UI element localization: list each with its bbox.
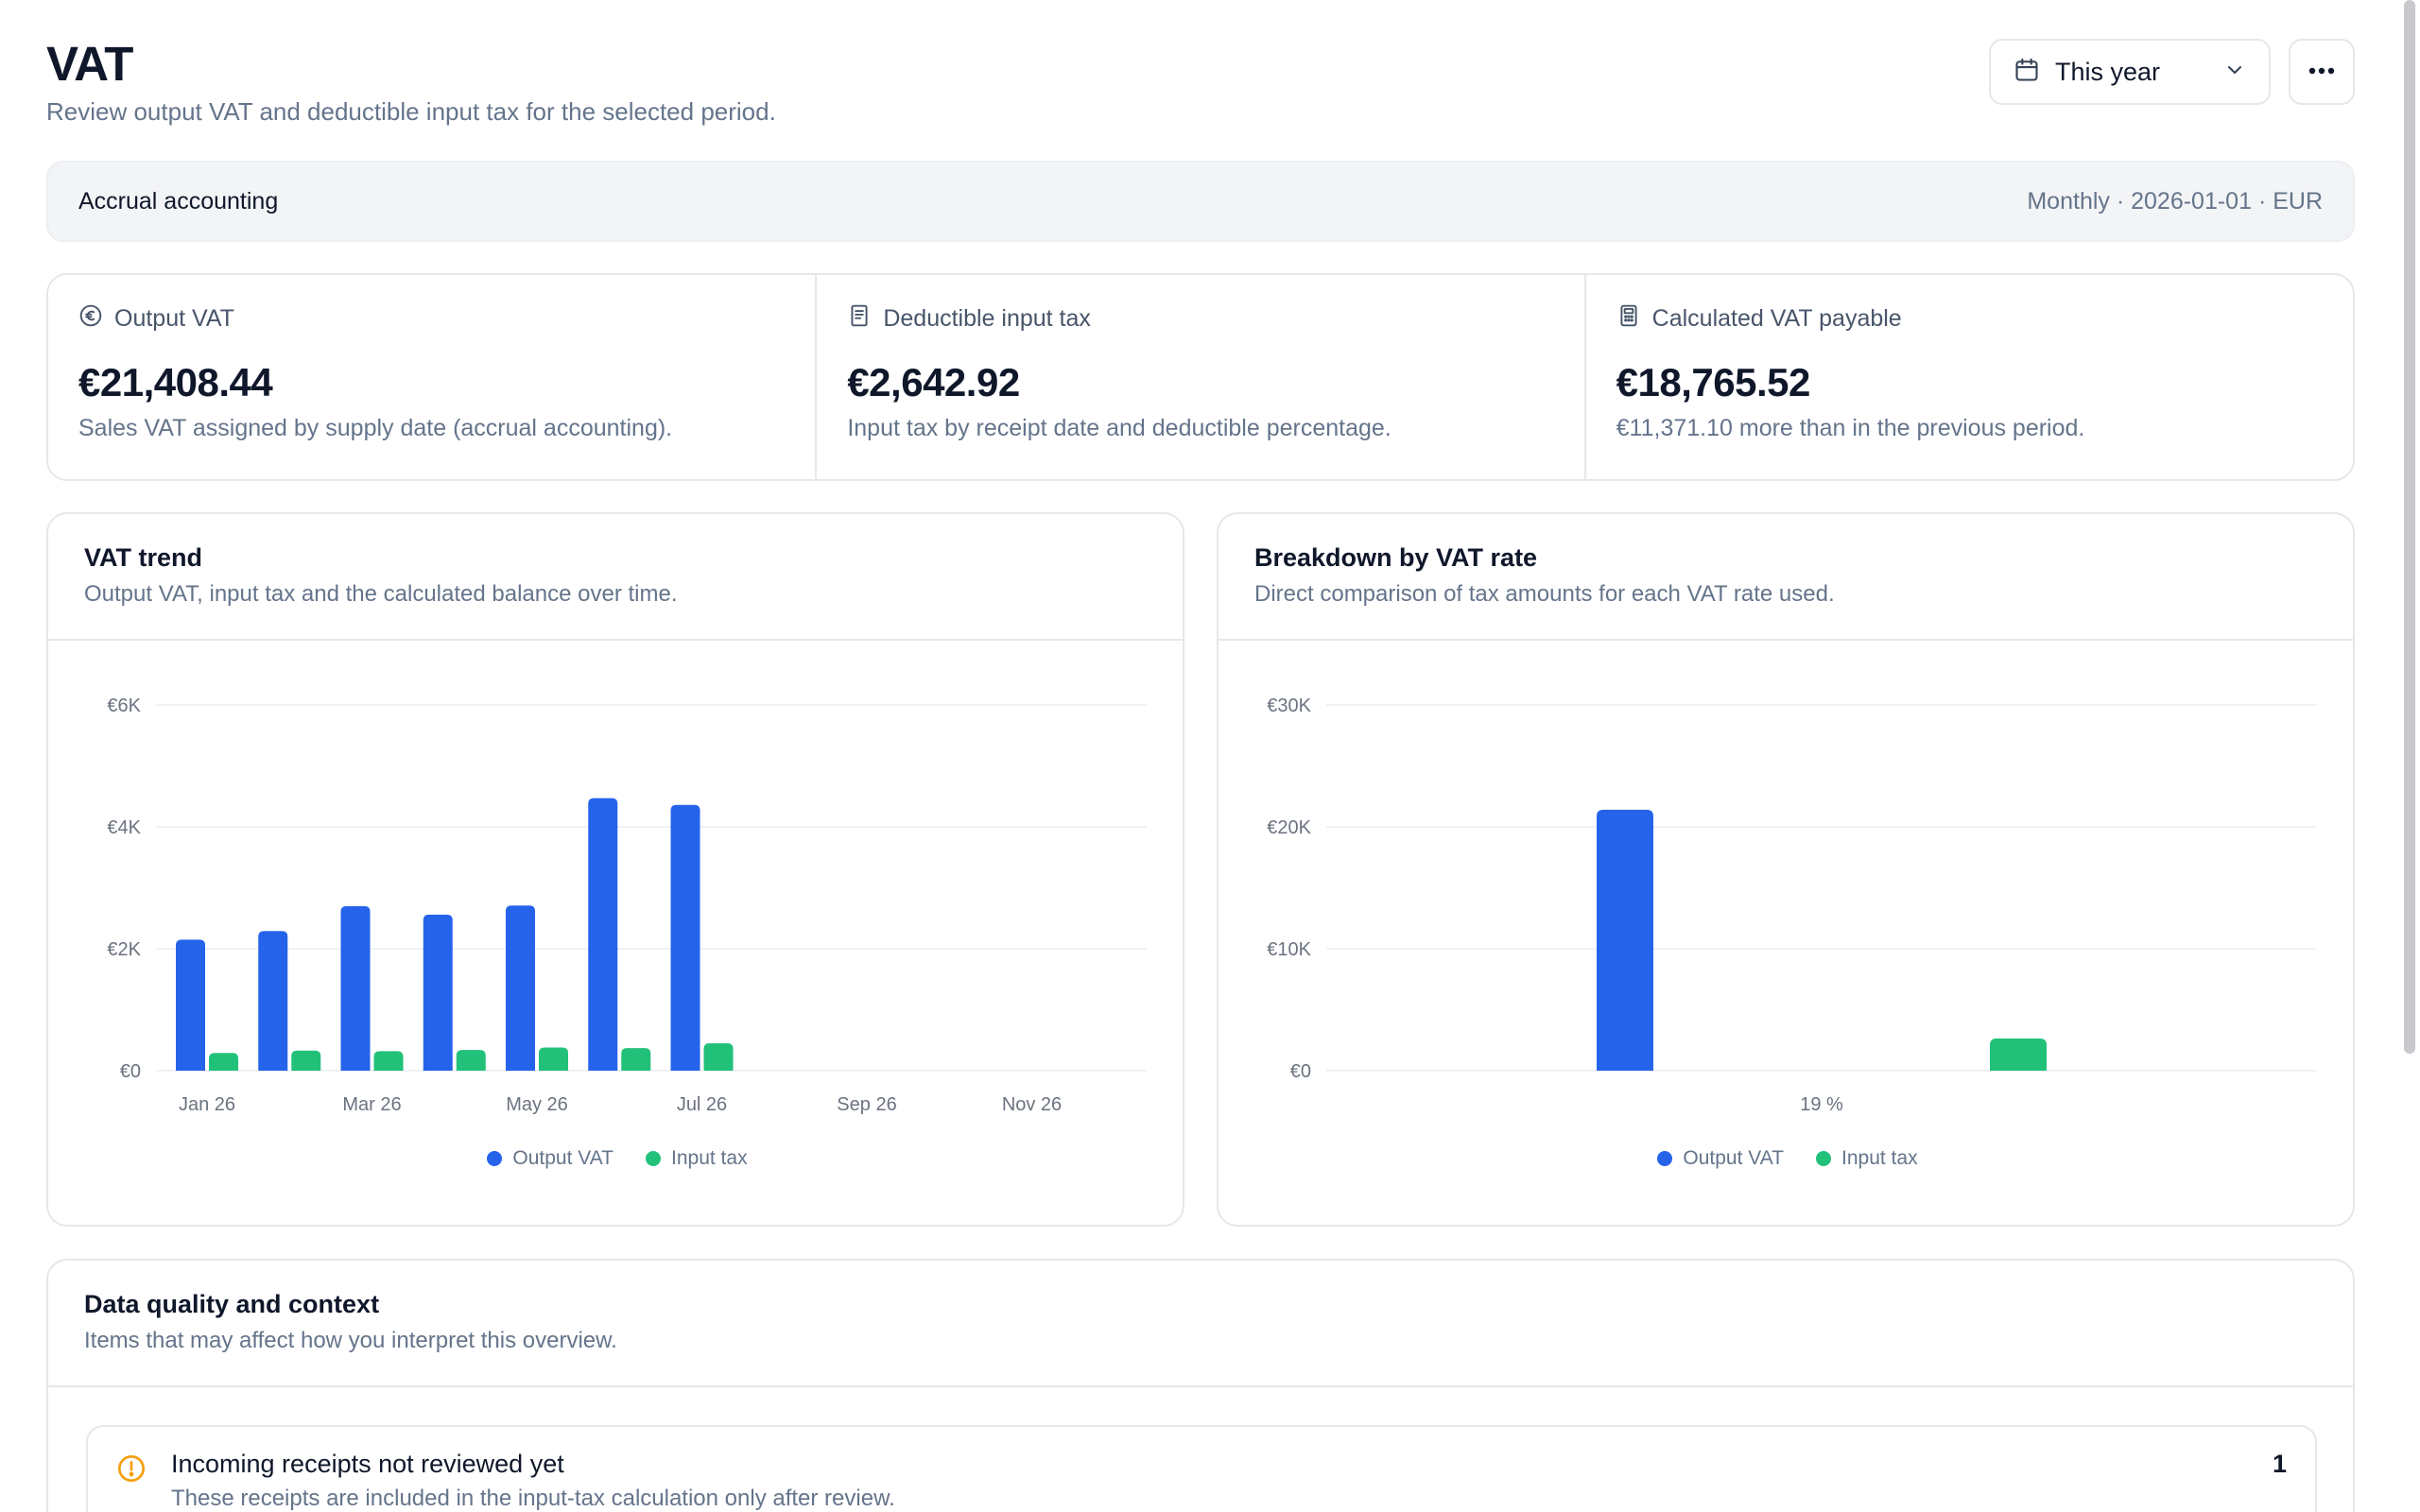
card-title: Breakdown by VAT rate [1254, 543, 1538, 572]
period-meta: Monthly · 2026-01-01 · EUR [2027, 187, 2323, 215]
bar-output-vat [1597, 809, 1653, 1071]
kpi-value: €18,765.52 [1616, 360, 1811, 404]
kpi-value: €2,642.92 [847, 360, 1020, 404]
card-subtitle: Direct comparison of tax amounts for eac… [1254, 581, 1835, 607]
legend-item[interactable]: Output VAT [1657, 1147, 1784, 1170]
bar-output-vat [588, 798, 618, 1071]
card-subtitle: Output VAT, input tax and the calculated… [84, 581, 678, 607]
bar-input-tax [703, 1042, 734, 1071]
bar-input-tax [209, 1053, 238, 1071]
y-tick-label: €6K [107, 696, 141, 716]
bar-input-tax [1990, 1038, 2047, 1071]
bar-output-vat [340, 905, 371, 1071]
card-title: Data quality and context [84, 1290, 380, 1318]
calendar-icon [2014, 57, 2040, 88]
kpi-deductible-input-tax: Deductible input tax €2,642.92 Input tax… [815, 275, 1583, 479]
kpi-row: Output VAT €21,408.44 Sales VAT assigned… [46, 273, 2355, 481]
y-tick-label: €20K [1267, 817, 1311, 838]
bar-input-tax [373, 1051, 404, 1071]
y-tick-label: €0 [1290, 1061, 1311, 1082]
page-subtitle: Review output VAT and deductible input t… [46, 97, 776, 126]
card-subtitle: Items that may affect how you interpret … [84, 1328, 617, 1353]
x-tick-label: May 26 [506, 1094, 568, 1115]
vat-trend-chart: €0 €2K €4K €6K Jan 26 Mar 26 May 26 Jul 26 Sep 2… [107, 696, 1147, 1115]
x-tick-label: Mar 26 [342, 1094, 401, 1115]
data-quality-card: Data quality and context Items that may … [46, 1259, 2355, 1512]
kpi-value: €21,408.44 [78, 360, 273, 404]
data-quality-item-count: 1 [2272, 1450, 2287, 1478]
legend-dot [646, 1151, 662, 1166]
legend-item[interactable]: Input tax [646, 1147, 748, 1170]
x-tick-label: Jan 26 [179, 1094, 235, 1115]
bar-input-tax [291, 1050, 321, 1071]
accounting-info-bar: Accrual accounting Monthly · 2026-01-01 … [46, 161, 2355, 242]
chart-legend: Output VAT Input tax [48, 1147, 1183, 1170]
y-tick-label: €4K [107, 817, 141, 838]
legend-item[interactable]: Input tax [1816, 1147, 1918, 1170]
vat-trend-card: VAT trend Output VAT, input tax and the … [46, 512, 1184, 1227]
page-header: VAT Review output VAT and deductible inp… [46, 36, 2355, 130]
y-tick-label: €10K [1267, 939, 1311, 960]
accounting-method: Accrual accounting [78, 187, 279, 215]
bar-input-tax [621, 1048, 651, 1071]
x-tick-label: Nov 26 [1002, 1094, 1062, 1115]
bar-output-vat [506, 905, 535, 1071]
legend-dot [1816, 1151, 1832, 1166]
kpi-description: €11,371.10 more than in the previous per… [1616, 415, 2085, 441]
kpi-description: Sales VAT assigned by supply date (accru… [78, 415, 673, 441]
kpi-label: Output VAT [114, 304, 234, 332]
receipt-icon [847, 303, 872, 335]
kpi-output-vat: Output VAT €21,408.44 Sales VAT assigned… [48, 275, 815, 479]
data-quality-item-description: These receipts are included in the input… [171, 1486, 895, 1511]
bar-input-tax [456, 1050, 486, 1071]
x-tick-label: 19 % [1800, 1094, 1843, 1115]
chevron-down-icon [2223, 59, 2246, 86]
euro-circle-icon [78, 303, 103, 335]
calculator-icon [1616, 303, 1641, 335]
data-quality-item[interactable]: Incoming receipts not reviewed yet These… [86, 1425, 2317, 1512]
y-tick-label: €0 [120, 1061, 141, 1082]
page-title: VAT [46, 37, 133, 91]
more-options-button[interactable] [2289, 39, 2355, 105]
legend-label: Output VAT [512, 1147, 614, 1169]
card-title: VAT trend [84, 543, 202, 572]
scrollbar[interactable] [2404, 0, 2415, 1054]
y-tick-label: €2K [107, 939, 141, 960]
x-tick-label: Jul 26 [677, 1094, 727, 1115]
period-select-label: This year [2055, 57, 2161, 86]
kpi-calculated-vat-payable: Calculated VAT payable €18,765.52 €11,37… [1583, 275, 2353, 479]
kpi-label: Deductible input tax [883, 304, 1091, 332]
vat-rate-chart: €0 €10K €20K €30K 19 % [1267, 696, 2317, 1115]
legend-label: Input tax [1841, 1147, 1918, 1169]
y-tick-label: €30K [1267, 696, 1311, 716]
bar-output-vat [176, 939, 205, 1071]
bar-output-vat [258, 931, 288, 1071]
more-horizontal-icon [2308, 63, 2336, 80]
bar-output-vat [423, 914, 453, 1071]
vat-rate-breakdown-card: Breakdown by VAT rate Direct comparison … [1217, 512, 2355, 1227]
x-tick-label: Sep 26 [837, 1094, 896, 1115]
legend-label: Input tax [671, 1147, 748, 1169]
chart-legend: Output VAT Input tax [1219, 1147, 2353, 1170]
period-select[interactable]: This year [1989, 39, 2271, 105]
kpi-description: Input tax by receipt date and deductible… [847, 415, 1392, 441]
data-quality-item-title: Incoming receipts not reviewed yet [171, 1450, 564, 1478]
legend-dot [487, 1151, 503, 1166]
bar-input-tax [539, 1047, 568, 1071]
legend-item[interactable]: Output VAT [487, 1147, 614, 1170]
legend-label: Output VAT [1683, 1147, 1785, 1169]
bar-output-vat [670, 804, 700, 1071]
warning-circle-icon [116, 1453, 147, 1488]
legend-dot [1657, 1151, 1673, 1166]
kpi-label: Calculated VAT payable [1651, 304, 1902, 332]
